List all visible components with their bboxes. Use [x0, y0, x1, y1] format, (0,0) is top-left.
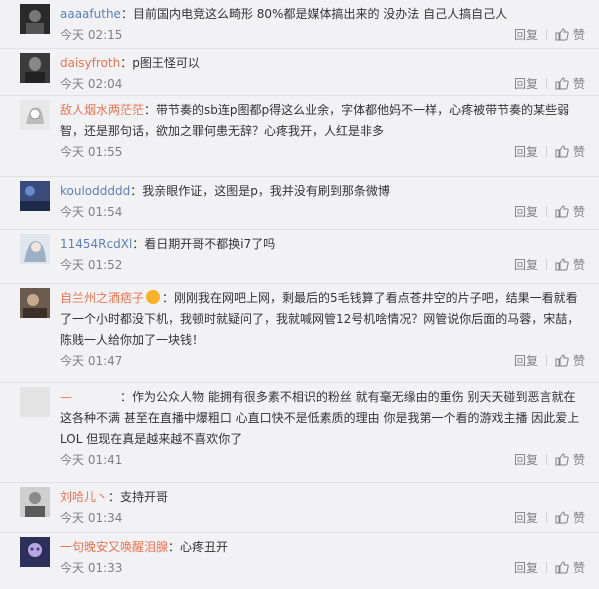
divider [545, 562, 547, 573]
reply-button[interactable]: 回复 [514, 256, 538, 274]
vip-badge-icon [146, 290, 161, 304]
comment-text: 我亲眼作证，这图是p，我并没有刷到那条微博 [142, 184, 390, 198]
like-label: 赞 [572, 77, 585, 91]
thumbs-up-icon [555, 453, 569, 466]
thumbs-up-icon [555, 561, 569, 574]
comment-time: 今天 01:34 [60, 511, 123, 525]
avatar[interactable] [20, 4, 50, 34]
avatar[interactable] [20, 387, 50, 417]
comment-username[interactable]: daisyfroth [60, 56, 120, 70]
like-button[interactable]: 赞 [555, 203, 585, 221]
avatar[interactable] [20, 537, 50, 567]
comment-username[interactable]: 一句晚安又唤醒泪腺 [60, 540, 168, 554]
like-button[interactable]: 赞 [555, 559, 585, 577]
comment-time: 今天 01:55 [60, 145, 123, 159]
like-label: 赞 [572, 453, 585, 467]
comment-time: 今天 01:33 [60, 561, 123, 575]
comment-item: daisyfroth：p图王怪可以 今天 02:04 回复赞 [0, 49, 599, 96]
comment-item: 自兰州之酒痞子 ：刚刚我在网吧上网，剩最后的5毛钱算了看点苍井空的片子吧，结果一看… [0, 284, 599, 383]
like-button[interactable]: 赞 [555, 143, 585, 161]
comment-text: 看日期开哥不都换i7了吗 [144, 237, 276, 251]
comment-time: 今天 01:47 [60, 354, 123, 368]
comment-item: 敌人烟水两茫茫：带节奏的sb连p图都p得这么业余，字体都他妈不一样，心疼被带节奏… [0, 96, 599, 177]
reply-button[interactable]: 回复 [514, 451, 538, 469]
divider [545, 259, 547, 270]
comment-text: 作为公众人物 能拥有很多素不相识的粉丝 就有毫无缘由的重伤 别天天碰到恶言就在这… [60, 390, 580, 446]
like-button[interactable]: 赞 [555, 451, 585, 469]
divider [545, 29, 547, 40]
reply-button[interactable]: 回复 [514, 509, 538, 527]
comment-username[interactable]: 敌人烟水两茫茫 [60, 103, 144, 117]
thumbs-up-icon [555, 205, 569, 218]
avatar[interactable] [20, 100, 50, 130]
comment-username[interactable]: aaaafuthe [60, 7, 121, 21]
like-button[interactable]: 赞 [555, 256, 585, 274]
comment-text: 心疼丑开 [180, 540, 229, 554]
comment-username[interactable]: 11454RcdXl [60, 237, 132, 251]
comment-item: kouloddddd：我亲眼作证，这图是p，我并没有刷到那条微博 今天 01:5… [0, 177, 599, 230]
divider [545, 355, 547, 366]
like-label: 赞 [572, 258, 585, 272]
comment-time: 今天 01:41 [60, 453, 123, 467]
like-button[interactable]: 赞 [555, 509, 585, 527]
comment-username[interactable]: 自兰州之酒痞子 [60, 291, 144, 305]
like-button[interactable]: 赞 [555, 75, 585, 93]
reply-button[interactable]: 回复 [514, 75, 538, 93]
thumbs-up-icon [555, 145, 569, 158]
like-button[interactable]: 赞 [555, 352, 585, 370]
comment-item: 11454RcdXl：看日期开哥不都换i7了吗 今天 01:52 回复赞 [0, 230, 599, 284]
divider [545, 78, 547, 89]
like-label: 赞 [572, 145, 585, 159]
comment-time: 今天 01:52 [60, 258, 123, 272]
like-label: 赞 [572, 561, 585, 575]
avatar[interactable] [20, 487, 50, 517]
comment-text: p图王怪可以 [132, 56, 200, 70]
divider [545, 454, 547, 465]
like-label: 赞 [572, 28, 585, 42]
comment-item: — ：作为公众人物 能拥有很多素不相识的粉丝 就有毫无缘由的重伤 别天天碰到恶言就… [0, 383, 599, 483]
comment-time: 今天 02:15 [60, 28, 123, 42]
comment-list: aaaafuthe：目前国内电竞这么畸形 80%都是媒体搞出来的 没办法 自己人… [0, 0, 599, 589]
comment-time: 今天 02:04 [60, 77, 123, 91]
comment-text: 支持开哥 [120, 490, 169, 504]
thumbs-up-icon [555, 258, 569, 271]
divider [545, 206, 547, 217]
reply-button[interactable]: 回复 [514, 26, 538, 44]
avatar[interactable] [20, 234, 50, 264]
avatar[interactable] [20, 181, 50, 211]
reply-button[interactable]: 回复 [514, 203, 538, 221]
avatar[interactable] [20, 53, 50, 83]
reply-button[interactable]: 回复 [514, 143, 538, 161]
comment-time: 今天 01:54 [60, 205, 123, 219]
comment-item: aaaafuthe：目前国内电竞这么畸形 80%都是媒体搞出来的 没办法 自己人… [0, 0, 599, 49]
like-label: 赞 [572, 354, 585, 368]
thumbs-up-icon [555, 77, 569, 90]
comment-username[interactable]: kouloddddd [60, 184, 130, 198]
divider [545, 512, 547, 523]
like-label: 赞 [572, 511, 585, 525]
comment-username[interactable]: — [60, 387, 120, 408]
avatar[interactable] [20, 288, 50, 318]
divider [545, 146, 547, 157]
reply-button[interactable]: 回复 [514, 559, 538, 577]
comment-item: 刘哈儿丶：支持开哥 今天 01:34 回复赞 [0, 483, 599, 533]
comment-item: 一句晚安又唤醒泪腺：心疼丑开 今天 01:33 回复赞 [0, 533, 599, 589]
thumbs-up-icon [555, 354, 569, 367]
reply-button[interactable]: 回复 [514, 352, 538, 370]
like-button[interactable]: 赞 [555, 26, 585, 44]
like-label: 赞 [572, 205, 585, 219]
comment-text: 目前国内电竞这么畸形 80%都是媒体搞出来的 没办法 自己人搞自己人 [132, 7, 508, 21]
thumbs-up-icon [555, 511, 569, 524]
thumbs-up-icon [555, 28, 569, 41]
comment-username[interactable]: 刘哈儿丶 [60, 490, 108, 504]
